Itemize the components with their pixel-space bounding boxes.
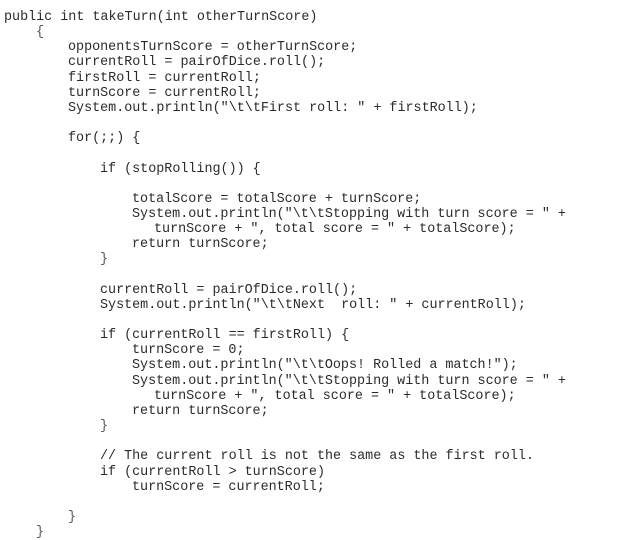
code-line: }	[68, 509, 77, 525]
code-line: turnScore = currentRoll;	[68, 85, 261, 101]
code-comment: // The current roll is not the same as t…	[100, 449, 534, 465]
code-line: if (currentRoll > turnScore)	[100, 464, 325, 480]
code-line: turnScore = 0;	[132, 343, 245, 359]
code-line: totalScore = totalScore + turnScore;	[132, 191, 422, 207]
code-line: return turnScore;	[132, 237, 269, 253]
code-line: opponentsTurnScore = otherTurnScore;	[68, 40, 358, 56]
code-line: return turnScore;	[132, 403, 269, 419]
code-line: firstRoll = currentRoll;	[68, 70, 261, 86]
code-line: if (stopRolling()) {	[100, 161, 261, 177]
code-line: turnScore = currentRoll;	[132, 479, 325, 495]
code-line: currentRoll = pairOfDice.roll();	[68, 55, 326, 71]
code-line: for(;;) {	[68, 131, 141, 147]
code-line: if (currentRoll == firstRoll) {	[100, 328, 350, 344]
code-line: System.out.println("\t\tStopping with tu…	[132, 206, 566, 222]
code-line: System.out.println("\t\tNext roll: " + c…	[100, 297, 526, 313]
code-listing: public int takeTurn(int otherTurnScore){…	[0, 0, 624, 540]
code-line: }	[100, 419, 109, 435]
code-line: turnScore + ", total score = " + totalSc…	[154, 222, 516, 238]
code-line: }	[100, 252, 109, 268]
code-line: System.out.println("\t\tOops! Rolled a m…	[132, 358, 518, 374]
code-line: System.out.println("\t\tStopping with tu…	[132, 373, 566, 389]
code-line: public int takeTurn(int otherTurnScore)	[4, 10, 318, 25]
code-line: {	[36, 25, 45, 41]
code-line: }	[36, 525, 45, 540]
code-line: turnScore + ", total score = " + totalSc…	[154, 388, 516, 404]
code-line: currentRoll = pairOfDice.roll();	[100, 282, 358, 298]
code-line: System.out.println("\t\tFirst roll: " + …	[68, 100, 478, 116]
